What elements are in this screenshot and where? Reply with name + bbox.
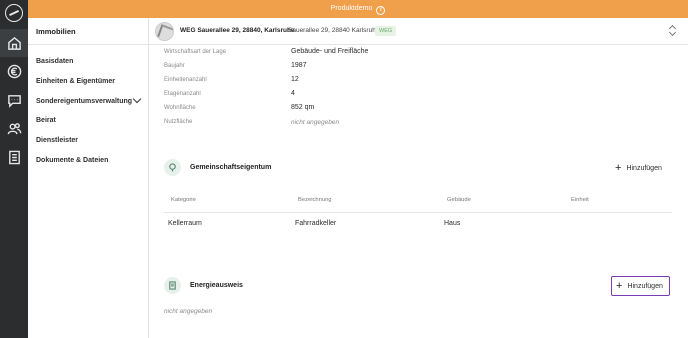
- people-icon[interactable]: [0, 114, 28, 142]
- property-avatar: [155, 22, 174, 41]
- icon-rail: [0, 0, 28, 338]
- banner-title: Produktdemo: [330, 5, 373, 12]
- plus-icon: +: [615, 162, 622, 174]
- sidebar-item-basisdaten[interactable]: Basisdaten: [36, 58, 73, 65]
- detail-label: Baujahr: [164, 63, 185, 69]
- document-icon[interactable]: [0, 143, 28, 171]
- column-header-kategorie[interactable]: Kategorie: [171, 197, 196, 203]
- table-cell: Fahrradkeller: [295, 220, 337, 227]
- detail-label: Wirtschaftsart der Lage: [164, 49, 227, 55]
- detail-value: 852 qm: [291, 104, 315, 111]
- home-icon[interactable]: [0, 29, 28, 57]
- table-cell: Kellerraum: [168, 220, 202, 227]
- table-divider: [164, 212, 672, 213]
- property-header: WEG Sauerallee 29, 28840, Karlsruhe Saue…: [149, 18, 688, 45]
- table-cell: Haus: [444, 220, 461, 227]
- detail-label: Einheitenanzahl: [164, 77, 207, 83]
- logo-icon[interactable]: [5, 4, 23, 22]
- add-button-label: Hinzufügen: [627, 282, 663, 290]
- chat-icon[interactable]: [0, 86, 28, 114]
- tree-icon: [164, 159, 181, 176]
- sidebar-item-sondereigentum[interactable]: Sondereigentumsverwaltung: [36, 98, 132, 105]
- sidebar-item-dokumente[interactable]: Dokumente & Dateien: [36, 157, 108, 164]
- status-badge: WEG: [375, 26, 397, 36]
- detail-value: 1987: [291, 62, 307, 69]
- section-title-common-property: Gemeinschaftseigentum: [190, 164, 272, 171]
- section-title-energy: Energieausweis: [190, 282, 243, 289]
- property-name: WEG Sauerallee 29, 28840, Karlsruhe: [180, 27, 295, 34]
- empty-state-text: nicht angegeben: [164, 308, 213, 315]
- column-header-gebaeude[interactable]: Gebäude: [447, 197, 471, 203]
- info-icon[interactable]: i: [376, 6, 386, 15]
- sidebar-item-dienstleister[interactable]: Dienstleister: [36, 137, 78, 144]
- detail-value: Gebäude- und Freifläche: [291, 48, 369, 55]
- detail-value: nicht angegeben: [291, 119, 340, 126]
- detail-label: Etagenanzahl: [164, 91, 201, 97]
- column-header-bezeichnung[interactable]: Bezeichnung: [298, 197, 332, 203]
- chevron-down-icon[interactable]: [132, 94, 142, 104]
- add-button-label: Hinzufügen: [626, 164, 662, 172]
- property-address: Sauerallee 29, 28840 Karlsruhe: [288, 27, 380, 34]
- detail-value: 12: [291, 76, 299, 83]
- detail-label: Wohnfläche: [164, 105, 196, 111]
- column-header-einheit[interactable]: Einheit: [571, 197, 589, 203]
- detail-value: 4: [291, 90, 295, 97]
- sidebar-item-einheiten[interactable]: Einheiten & Eigentümer: [36, 78, 115, 85]
- main-content: WEG Sauerallee 29, 28840, Karlsruhe Saue…: [149, 18, 688, 338]
- property-switch-icon[interactable]: [669, 24, 677, 38]
- add-energy-certificate-button[interactable]: + Hinzufügen: [611, 276, 670, 296]
- detail-label: Nutzfläche: [164, 119, 193, 125]
- add-common-property-button[interactable]: + Hinzufügen: [611, 158, 670, 178]
- demo-banner: Produktdemo i: [28, 0, 688, 18]
- sidebar: Immobilien Basisdaten Einheiten & Eigent…: [28, 18, 149, 338]
- sidebar-item-beirat[interactable]: Beirat: [36, 117, 56, 124]
- sidebar-title: Immobilien: [28, 18, 148, 45]
- plus-icon: +: [616, 280, 623, 292]
- euro-icon[interactable]: [0, 57, 28, 85]
- document-icon: [164, 277, 181, 294]
